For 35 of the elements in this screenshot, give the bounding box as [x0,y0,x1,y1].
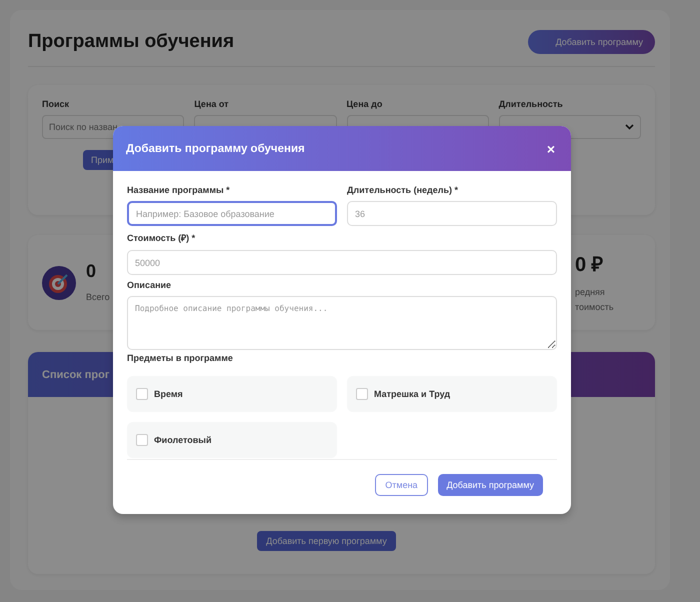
field-label: Название программы * [127,185,231,195]
add-first-program-button[interactable]: Добавить первую программу [257,531,396,551]
stat-label: тоимость [575,301,614,314]
filter-label: Цена от [194,99,230,109]
page-title: Программы обучения [28,31,234,53]
submit-button[interactable]: Добавить программу [438,474,543,496]
target-icon [42,266,76,300]
stat-value: 0 ₽ [575,253,605,277]
subject-option[interactable]: Время [127,376,337,412]
filter-label: Цена до [346,99,384,109]
close-button[interactable]: × [544,140,557,156]
input-field[interactable]: Например: Базовое образование [127,201,337,226]
subjects-label: Предметы в программе [127,353,234,363]
dialog-title: Добавить программу обучения [126,142,305,154]
stat-label: редняя [575,286,606,299]
checkbox[interactable] [136,388,148,400]
subject-label: Время [154,389,183,399]
cancel-button[interactable]: Отмена [375,474,428,496]
subject-label: Матрешка и Труд [374,389,450,399]
checkbox[interactable] [356,388,368,400]
field-label: Длительность (недель) * [347,185,459,195]
filter-label: Поиск [42,99,70,109]
filter-label: Длительность [498,99,564,109]
add-program-button[interactable]: Добавить программу [528,30,655,54]
field-label: Стоимость (₽) * [127,232,196,244]
chevron-down-icon [625,124,634,130]
stat-value: 0 [86,260,98,282]
subject-option[interactable]: Фиолетовый [127,422,337,458]
subject-option[interactable]: Матрешка и Труд [347,376,557,412]
description-field[interactable]: Подробное описание программы обучения... [127,296,557,350]
field-label: Описание [127,280,172,290]
subject-label: Фиолетовый [154,435,212,445]
stat-label: Всего [86,290,110,304]
list-title: Список прог [42,368,110,380]
checkbox[interactable] [136,434,148,446]
